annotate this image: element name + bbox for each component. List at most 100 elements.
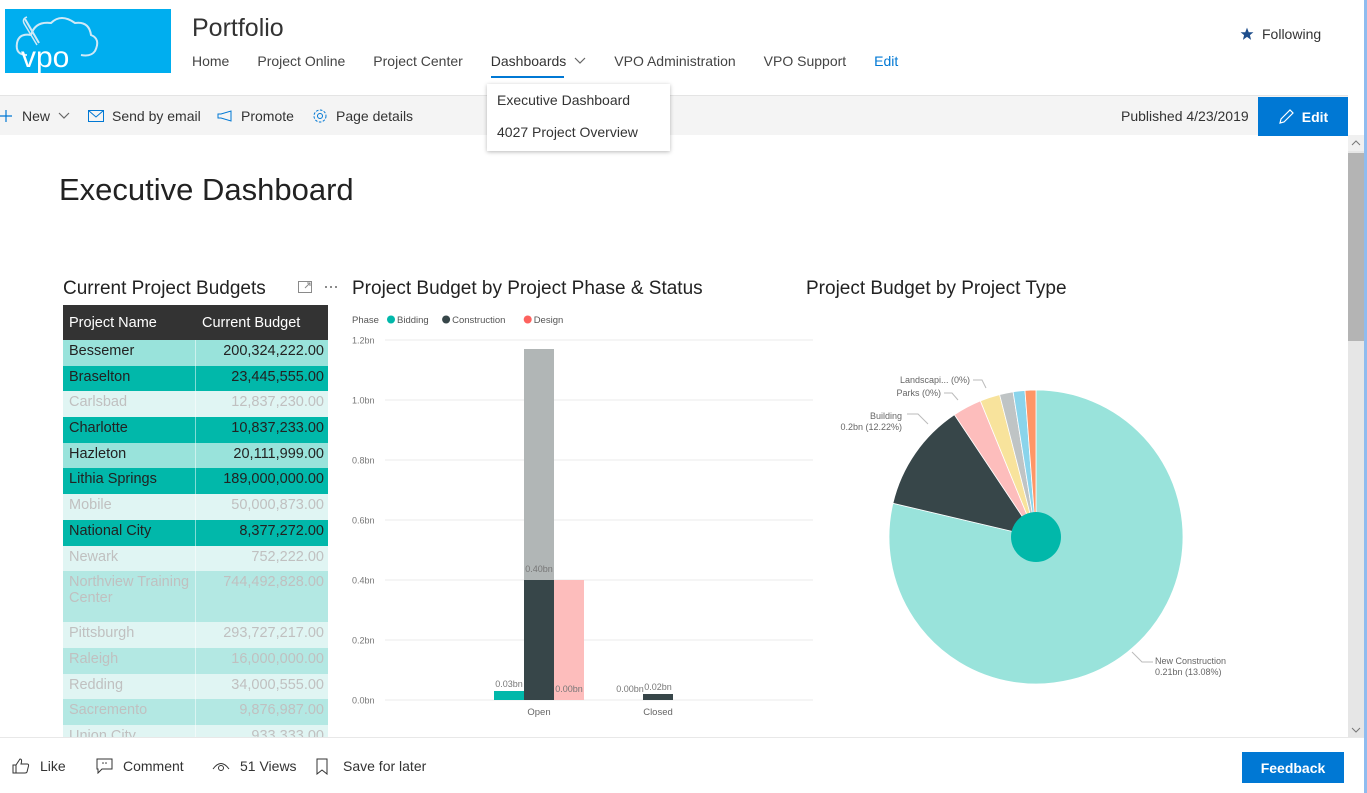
column-header-project-name[interactable]: Project Name [63, 315, 196, 331]
y-tick-label: 0.2bn [352, 636, 375, 646]
cell-current-budget: 20,111,999.00 [233, 445, 324, 462]
table-row[interactable]: Carlsbad 12,837,230.00 [63, 391, 328, 418]
table-row[interactable]: Braselton 23,445,555.00 [63, 365, 328, 392]
cell-project-name: Northview Training Center [63, 571, 196, 623]
nav-dashboards-label: Dashboards [490, 53, 567, 69]
legend-marker [387, 315, 395, 324]
site-title[interactable]: Portfolio [192, 14, 284, 43]
table-row[interactable]: Pittsburgh 293,727,217.00 [63, 622, 328, 648]
cell-project-name: Bessemer [63, 340, 196, 366]
table-row[interactable]: Raleigh 16,000,000.00 [63, 647, 328, 674]
plus-icon [0, 110, 12, 122]
cell-current-budget: 16,000,000.00 [231, 650, 324, 667]
visual-header-icons [298, 281, 338, 293]
edit-page-label: Edit [1301, 108, 1329, 125]
scroll-up-arrow-icon[interactable] [1348, 135, 1364, 151]
menu-item-4027-project-overview[interactable]: 4027 Project Overview [487, 116, 670, 148]
nav-project-center-label: Project Center [373, 53, 463, 69]
table-row[interactable]: National City 8,377,272.00 [63, 519, 328, 546]
y-tick-label: 1.0bn [352, 396, 375, 406]
table-row[interactable]: Northview Training Center 744,492,828.00 [63, 571, 328, 623]
nav-edit-link[interactable]: Edit [874, 50, 898, 72]
data-label: 0.00bn [555, 684, 583, 694]
scroll-thumb[interactable] [1348, 153, 1364, 341]
published-date: Published 4/23/2019 [1121, 108, 1249, 124]
new-button[interactable]: New [0, 96, 70, 136]
x-tick-label: Closed [643, 707, 673, 718]
pie-chart-title: Project Budget by Project Type [806, 278, 1067, 299]
cell-project-name: Carlsbad [63, 391, 196, 418]
bar-bidding-open [494, 691, 524, 700]
edit-page-button[interactable]: Edit [1258, 97, 1348, 136]
table-row[interactable]: Sacremento 9,876,987.00 [63, 699, 328, 725]
page-title: Executive Dashboard [59, 172, 354, 207]
promote-button[interactable]: Promote [217, 96, 294, 136]
menu-item-executive-dashboard[interactable]: Executive Dashboard [487, 84, 670, 116]
nav-vpo-administration[interactable]: VPO Administration [614, 50, 735, 72]
comment-button[interactable]: Comment [96, 738, 184, 793]
project-budgets-table: Project Name Current Budget Bessemer 200,… [63, 305, 328, 738]
cell-current-budget: 34,000,555.00 [231, 676, 324, 693]
table-row[interactable]: Bessemer 200,324,222.00 [63, 340, 328, 366]
following-label: Following [1262, 26, 1322, 42]
table-row[interactable]: Redding 34,000,555.00 [63, 673, 328, 700]
cell-current-budget: 752,222.00 [251, 548, 324, 565]
scroll-down-arrow-icon[interactable] [1348, 722, 1364, 738]
page-details-button[interactable]: Page details [312, 96, 413, 136]
views-count: 51 Views [212, 738, 297, 793]
table-row[interactable]: Hazleton 20,111,999.00 [63, 442, 328, 469]
nav-home[interactable]: Home [192, 50, 229, 72]
y-tick-label: 0.8bn [352, 456, 375, 466]
pie-label-new-construction: New Construction [1155, 656, 1226, 666]
y-tick-label: 0.4bn [352, 576, 375, 586]
legend-title: Phase [352, 315, 379, 326]
y-tick-label: 0.6bn [352, 516, 375, 526]
vertical-scrollbar[interactable] [1348, 135, 1364, 738]
column-header-current-budget[interactable]: Current Budget [196, 315, 328, 331]
star-filled-icon [1240, 27, 1254, 40]
table-row[interactable]: Charlotte 10,837,233.00 [63, 417, 328, 443]
y-tick-label: 1.2bn [352, 336, 375, 346]
send-by-email-button[interactable]: Send by email [88, 96, 201, 136]
site-logo[interactable]: vpo [5, 9, 171, 74]
save-for-later-label: Save for later [343, 758, 427, 774]
cell-project-name: Pittsburgh [63, 622, 196, 648]
pie-label-landscaping: Landscapi... (0%) [900, 375, 970, 385]
cell-current-budget: 12,837,230.00 [231, 394, 324, 411]
vpo-cloud-logo-icon: vpo [15, 16, 99, 74]
pencil-icon [1278, 108, 1294, 124]
save-for-later-button[interactable]: Save for later [316, 738, 426, 793]
nav-project-online[interactable]: Project Online [257, 50, 345, 72]
cell-current-budget: 293,727,217.00 [223, 625, 324, 642]
mail-icon [88, 110, 104, 122]
dashboards-dropdown-menu: Executive Dashboard 4027 Project Overvie… [487, 84, 670, 151]
more-options-icon[interactable] [324, 285, 338, 289]
table-row[interactable]: Mobile 50,000,873.00 [63, 494, 328, 520]
comment-icon [96, 758, 113, 774]
command-bar: New Send by email Promote Page details P… [0, 95, 1348, 136]
nav-vpo-support[interactable]: VPO Support [764, 50, 847, 72]
nav-dashboards[interactable]: Dashboards [490, 50, 587, 78]
y-tick-label: 0.0bn [352, 696, 375, 706]
table-body: Bessemer 200,324,222.00 Braselton 23,445,55… [63, 340, 328, 738]
table-row[interactable]: Lithia Springs 189,000,000.00 [63, 468, 328, 495]
feedback-button[interactable]: Feedback [1242, 752, 1344, 783]
top-navigation: Home Project Online Project Center Dashb… [192, 50, 926, 78]
x-tick-label: Open [527, 707, 550, 718]
focus-mode-icon[interactable] [298, 281, 312, 293]
cell-current-budget: 23,445,555.00 [231, 368, 324, 385]
pie-label-parks: Parks (0%) [896, 388, 941, 398]
page-details-label: Page details [336, 108, 414, 124]
cell-project-name: Braselton [63, 365, 196, 392]
like-button[interactable]: Like [12, 738, 66, 793]
following-button[interactable]: Following [1240, 26, 1321, 42]
nav-project-center[interactable]: Project Center [373, 50, 462, 72]
pie-label-building: Building [870, 411, 902, 421]
cell-current-budget: 200,324,222.00 [223, 343, 324, 359]
cell-current-budget: 744,492,828.00 [223, 574, 324, 591]
cell-current-budget: 189,000,000.00 [223, 471, 324, 488]
data-label: 0.00bn [616, 684, 644, 694]
leader-line [907, 413, 929, 425]
leader-line [944, 392, 959, 401]
table-row[interactable]: Newark 752,222.00 [63, 545, 328, 572]
